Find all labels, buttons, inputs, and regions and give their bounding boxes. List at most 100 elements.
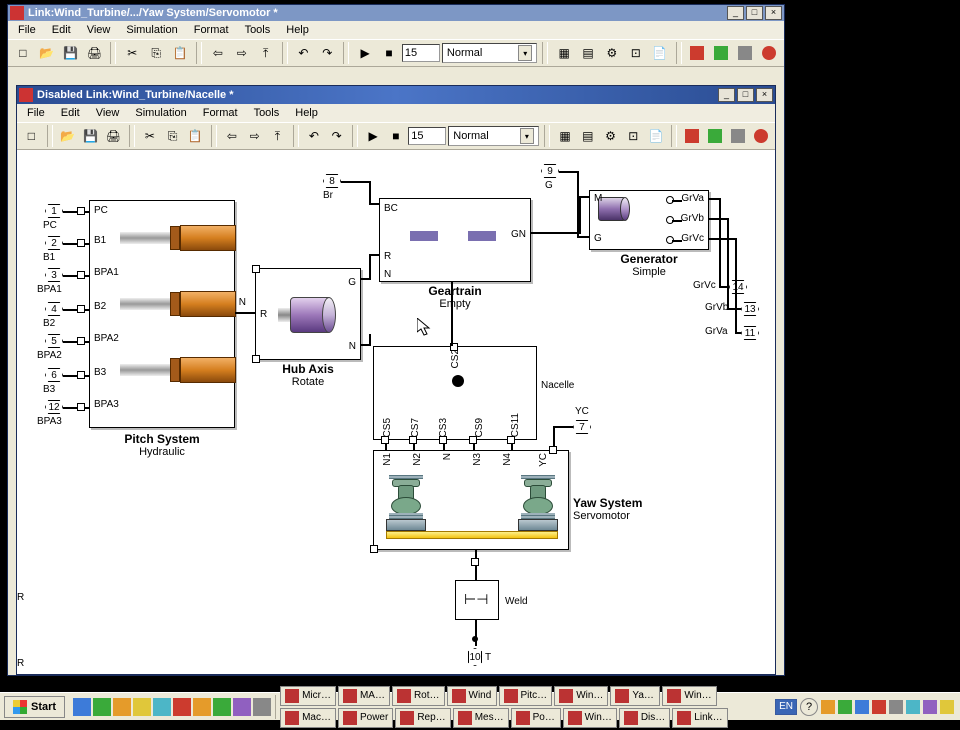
- new-button[interactable]: □: [12, 42, 34, 64]
- taskbar-task[interactable]: Rep…: [395, 708, 450, 728]
- save-button[interactable]: 💾: [60, 42, 82, 64]
- menu-file[interactable]: File: [12, 23, 42, 37]
- start-button[interactable]: Start: [4, 696, 65, 718]
- taskbar-task[interactable]: Rot…: [392, 686, 445, 706]
- cfg-button[interactable]: ⊡: [623, 125, 644, 147]
- print-button[interactable]: 🖨: [103, 125, 124, 147]
- block-geartrain[interactable]: BC GN R N: [379, 198, 531, 282]
- link4-button[interactable]: [750, 125, 771, 147]
- menu-format[interactable]: Format: [197, 106, 244, 120]
- inport-hex[interactable]: 3: [45, 268, 63, 282]
- link4-button[interactable]: [758, 42, 780, 64]
- link2-button[interactable]: [710, 42, 732, 64]
- inner-close-button[interactable]: ×: [756, 88, 773, 102]
- paste-button[interactable]: 📋: [169, 42, 191, 64]
- back-button[interactable]: ⇦: [222, 125, 243, 147]
- taskbar-task[interactable]: MA…: [338, 686, 390, 706]
- inport-hex[interactable]: 6: [45, 368, 63, 382]
- ql-icon[interactable]: [133, 698, 151, 716]
- ql-icon[interactable]: [213, 698, 231, 716]
- menu-edit[interactable]: Edit: [55, 106, 86, 120]
- scope-button[interactable]: ▤: [577, 125, 598, 147]
- link1-button[interactable]: [687, 42, 709, 64]
- taskbar-task[interactable]: Link…: [672, 708, 727, 728]
- back-button[interactable]: ⇦: [207, 42, 229, 64]
- block-yaw-system[interactable]: N1 N2 N N3 N4 YC: [373, 450, 569, 550]
- inport-hex[interactable]: 7: [573, 420, 591, 434]
- menu-simulation[interactable]: Simulation: [129, 106, 192, 120]
- link1-button[interactable]: [682, 125, 703, 147]
- play-button[interactable]: ▶: [354, 42, 376, 64]
- taskbar-task[interactable]: Win…: [563, 708, 617, 728]
- cfg-button[interactable]: ⊡: [625, 42, 647, 64]
- redo-button[interactable]: ↷: [316, 42, 338, 64]
- copy-button[interactable]: ⎘: [145, 42, 167, 64]
- cut-button[interactable]: ✂: [121, 42, 143, 64]
- scope-button[interactable]: ▤: [577, 42, 599, 64]
- taskbar-task[interactable]: Win…: [554, 686, 608, 706]
- tray-icon[interactable]: [906, 700, 920, 714]
- stop-time-input[interactable]: [408, 127, 446, 145]
- taskbar-task[interactable]: Micr…: [280, 686, 336, 706]
- block-weld[interactable]: ⊢⊣: [455, 580, 499, 620]
- taskbar-task[interactable]: Pitc…: [499, 686, 553, 706]
- play-button[interactable]: ▶: [363, 125, 384, 147]
- outer-close-button[interactable]: ×: [765, 6, 782, 20]
- undo-button[interactable]: ↶: [293, 42, 315, 64]
- block-generator[interactable]: M G GrVa GrVb GrVc: [589, 190, 709, 250]
- outport-hex[interactable]: 14: [729, 280, 747, 294]
- build-button[interactable]: ⚙: [600, 125, 621, 147]
- menu-edit[interactable]: Edit: [46, 23, 77, 37]
- inport-hex[interactable]: 10: [468, 648, 482, 666]
- stop-time-input[interactable]: [402, 44, 440, 62]
- outport-hex[interactable]: 11: [741, 326, 759, 340]
- outer-min-button[interactable]: _: [727, 6, 744, 20]
- tray-icon[interactable]: [855, 700, 869, 714]
- ql-icon[interactable]: [73, 698, 91, 716]
- link2-button[interactable]: [705, 125, 726, 147]
- inner-min-button[interactable]: _: [718, 88, 735, 102]
- link3-button[interactable]: [734, 42, 756, 64]
- block-hub-axis[interactable]: R G N: [255, 268, 361, 360]
- tray-icon[interactable]: [872, 700, 886, 714]
- taskbar-task[interactable]: Power: [338, 708, 393, 728]
- taskbar-task[interactable]: Mac…: [280, 708, 336, 728]
- tray-icon[interactable]: [889, 700, 903, 714]
- block-pitch-system[interactable]: PC B1 BPA1 B2 BPA2 B3 BPA3 N: [89, 200, 235, 428]
- tray-icon[interactable]: [940, 700, 954, 714]
- new-button[interactable]: □: [21, 125, 42, 147]
- taskbar-task[interactable]: Ya…: [610, 686, 660, 706]
- menu-help[interactable]: Help: [280, 23, 315, 37]
- inport-hex[interactable]: 5: [45, 334, 63, 348]
- build-button[interactable]: ⚙: [601, 42, 623, 64]
- ql-icon[interactable]: [93, 698, 111, 716]
- undo-button[interactable]: ↶: [304, 125, 325, 147]
- ql-icon[interactable]: [233, 698, 251, 716]
- paste-button[interactable]: 📋: [185, 125, 206, 147]
- doc-button[interactable]: 📄: [649, 42, 671, 64]
- open-button[interactable]: 📂: [58, 125, 79, 147]
- model-canvas[interactable]: R R PC B1 BPA1 B2 BPA2 B3 BPA3 N Pitch S…: [17, 150, 775, 674]
- taskbar-task[interactable]: Dis…: [619, 708, 670, 728]
- ql-icon[interactable]: [193, 698, 211, 716]
- taskbar-task[interactable]: Wind: [447, 686, 497, 706]
- sim-mode-select[interactable]: Normal ▾: [448, 126, 539, 146]
- inport-hex[interactable]: 1: [45, 204, 63, 218]
- up-button[interactable]: ⤒: [255, 42, 277, 64]
- tray-icon[interactable]: [838, 700, 852, 714]
- fwd-button[interactable]: ⇨: [244, 125, 265, 147]
- ql-icon[interactable]: [113, 698, 131, 716]
- outer-titlebar[interactable]: Link:Wind_Turbine/.../Yaw System/Servomo…: [8, 5, 784, 21]
- inner-max-button[interactable]: □: [737, 88, 754, 102]
- tray-icon[interactable]: [821, 700, 835, 714]
- doc-button[interactable]: 📄: [646, 125, 667, 147]
- outport-hex[interactable]: 13: [741, 302, 759, 316]
- stop-button[interactable]: ■: [386, 125, 407, 147]
- outer-max-button[interactable]: □: [746, 6, 763, 20]
- lib-button[interactable]: ▦: [553, 42, 575, 64]
- stop-button[interactable]: ■: [378, 42, 400, 64]
- menu-format[interactable]: Format: [188, 23, 235, 37]
- taskbar-task[interactable]: Win…: [662, 686, 716, 706]
- tray-icon[interactable]: [923, 700, 937, 714]
- ql-icon[interactable]: [173, 698, 191, 716]
